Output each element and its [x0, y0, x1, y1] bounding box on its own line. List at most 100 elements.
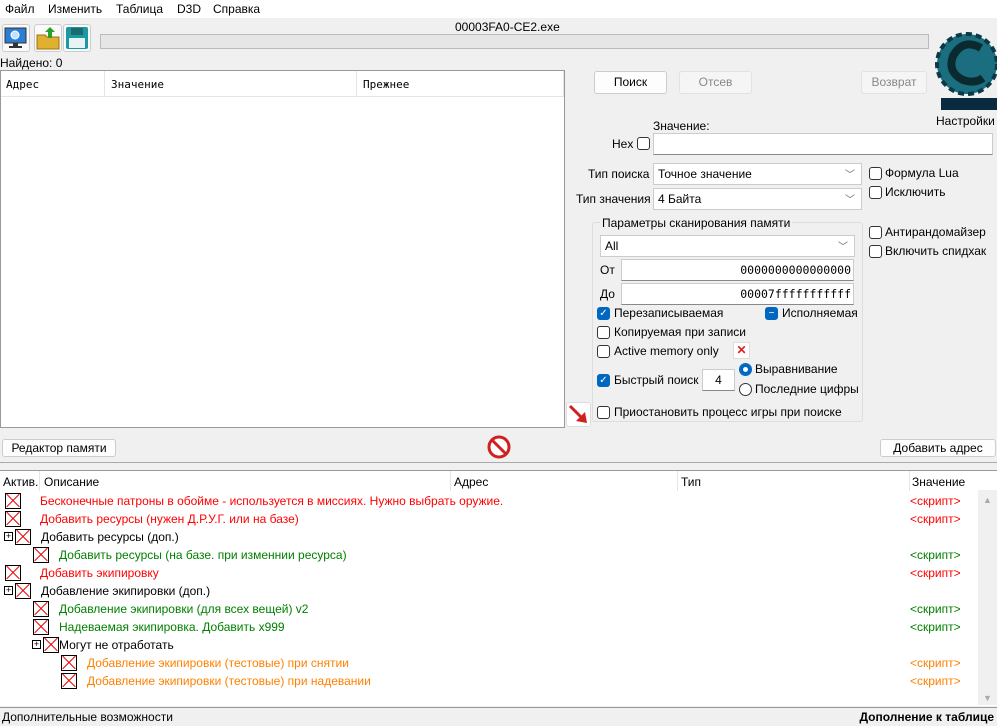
active-checkbox[interactable] — [33, 547, 49, 563]
memory-region-select[interactable]: All ﹀ — [600, 235, 855, 257]
menu-bar: Файл Изменить Таблица D3D Справка — [0, 0, 997, 18]
cheat-engine-logo[interactable] — [933, 20, 997, 115]
cheat-table[interactable]: Актив. Описание Адрес Тип Значение Беско… — [0, 470, 997, 706]
copy-on-write-checkbox[interactable] — [597, 326, 610, 339]
entry-value[interactable]: <скрипт> — [910, 674, 961, 688]
table-extras-button[interactable]: Дополнение к таблице — [859, 710, 994, 724]
not-checkbox[interactable] — [869, 186, 882, 199]
save-button[interactable] — [63, 24, 91, 52]
start-address-input[interactable]: 0000000000000000 — [621, 259, 854, 281]
expand-icon[interactable]: + — [4, 586, 13, 595]
chevron-down-icon: ﹀ — [845, 195, 855, 206]
active-checkbox[interactable] — [33, 601, 49, 617]
table-row[interactable]: + Добавить ресурсы (доп.) — [0, 528, 975, 546]
open-process-button[interactable] — [2, 24, 30, 52]
alignment-radio[interactable] — [739, 363, 752, 376]
first-scan-button[interactable]: Поиск — [594, 71, 667, 94]
active-memory-checkbox[interactable] — [597, 345, 610, 358]
scroll-up-icon[interactable]: ▲ — [978, 495, 997, 505]
table-row[interactable]: Добавить экипировку <скрипт> — [0, 564, 975, 582]
entry-value[interactable]: <скрипт> — [910, 656, 961, 670]
column-value[interactable]: Значение — [912, 475, 965, 489]
column-address[interactable]: Адрес — [454, 475, 488, 489]
table-row[interactable]: Добавить ресурсы (нужен Д.Р.У.Г. или на … — [0, 510, 975, 528]
antirandomizer-label: Антирандомайзер — [885, 225, 986, 239]
active-checkbox[interactable] — [5, 511, 21, 527]
value-type-select[interactable]: 4 Байта ﹀ — [653, 188, 862, 210]
floppy-disk-icon — [66, 27, 88, 49]
column-description[interactable]: Описание — [44, 475, 99, 489]
pause-game-checkbox[interactable] — [597, 406, 610, 419]
active-checkbox[interactable] — [5, 493, 21, 509]
scan-type-select[interactable]: Точное значение ﹀ — [653, 163, 862, 185]
table-row[interactable]: Добавление экипировки (тестовые) при сня… — [0, 654, 975, 672]
antirandomizer-checkbox[interactable] — [869, 226, 882, 239]
active-memory-label: Active memory only — [614, 344, 719, 358]
fast-scan-alignment-input[interactable]: 4 — [702, 369, 735, 391]
active-checkbox[interactable] — [33, 619, 49, 635]
table-scrollbar[interactable]: ▲ ▼ — [978, 490, 997, 705]
entry-value[interactable]: <скрипт> — [910, 494, 961, 508]
table-row[interactable]: Надеваемая экипировка. Добавить x999 <скр… — [0, 618, 975, 636]
table-row[interactable]: Бесконечные патроны в обойме - используе… — [0, 492, 975, 510]
undo-scan-button[interactable]: Возврат — [861, 71, 927, 94]
memory-view-button[interactable]: Редактор памяти — [2, 439, 116, 457]
table-row[interactable]: Добавление экипировки (тестовые) при над… — [0, 672, 975, 690]
speedhack-checkbox[interactable] — [869, 245, 882, 258]
lua-formula-label: Формула Lua — [885, 166, 959, 180]
entry-value[interactable]: <скрипт> — [910, 512, 961, 526]
lua-formula-checkbox[interactable] — [869, 167, 882, 180]
last-digits-radio[interactable] — [739, 383, 752, 396]
hex-label: Hex — [612, 137, 634, 151]
active-checkbox[interactable] — [61, 655, 77, 671]
column-active[interactable]: Актив. — [3, 475, 38, 489]
column-address[interactable]: Адрес — [6, 78, 39, 91]
entry-value[interactable]: <скрипт> — [910, 566, 961, 580]
column-type[interactable]: Тип — [681, 475, 701, 489]
stop-address-input[interactable]: 00007fffffffffff — [621, 283, 854, 305]
entry-value[interactable]: <скрипт> — [910, 548, 961, 562]
menu-d3d[interactable]: D3D — [177, 2, 201, 16]
value-input[interactable] — [653, 133, 993, 155]
scroll-down-icon[interactable]: ▼ — [978, 693, 997, 703]
executable-checkbox[interactable]: − — [765, 307, 778, 320]
scan-progress-bar — [100, 34, 929, 49]
table-row[interactable]: + Могут не отработать — [0, 636, 975, 654]
fast-scan-checkbox[interactable]: ✓ — [597, 374, 610, 387]
menu-edit[interactable]: Изменить — [48, 2, 102, 16]
settings-link[interactable]: Настройки — [936, 114, 995, 128]
clear-list-button[interactable] — [487, 435, 511, 459]
menu-file[interactable]: Файл — [5, 2, 35, 16]
active-checkbox[interactable] — [5, 565, 21, 581]
memory-region-value: All — [605, 239, 619, 253]
open-file-button[interactable] — [34, 24, 62, 52]
next-scan-button[interactable]: Отсев — [679, 71, 752, 94]
add-address-button[interactable]: Добавить адрес — [880, 439, 996, 457]
hex-checkbox[interactable] — [637, 137, 650, 150]
menu-table[interactable]: Таблица — [116, 2, 163, 16]
table-row[interactable]: + Добавление экипировки (доп.) — [0, 582, 975, 600]
add-to-table-arrow-button[interactable] — [566, 402, 591, 427]
scan-type-label: Тип поиска — [588, 167, 650, 181]
close-icon[interactable]: ✕ — [733, 342, 750, 359]
scan-type-value: Точное значение — [658, 167, 752, 181]
column-previous[interactable]: Прежнее — [363, 78, 409, 91]
expand-icon[interactable]: + — [32, 640, 41, 649]
entry-value[interactable]: <скрипт> — [910, 602, 961, 616]
active-checkbox[interactable] — [15, 583, 31, 599]
entry-description: Добавить экипировку — [40, 566, 159, 580]
menu-help[interactable]: Справка — [213, 2, 260, 16]
expand-icon[interactable]: + — [4, 532, 13, 541]
copy-on-write-label: Копируемая при записи — [614, 325, 746, 339]
entry-value[interactable]: <скрипт> — [910, 620, 961, 634]
table-row[interactable]: Добавление экипировки (для всех вещей) v… — [0, 600, 975, 618]
active-checkbox[interactable] — [61, 673, 77, 689]
advanced-options-button[interactable]: Дополнительные возможности — [2, 710, 173, 724]
splitter[interactable] — [0, 462, 997, 463]
writable-checkbox[interactable]: ✓ — [597, 307, 610, 320]
column-value[interactable]: Значение — [111, 78, 164, 91]
found-results-list[interactable]: Адрес Значение Прежнее — [0, 70, 565, 428]
active-checkbox[interactable] — [43, 637, 59, 653]
table-row[interactable]: Добавить ресурсы (на базе. при изменнии … — [0, 546, 975, 564]
active-checkbox[interactable] — [15, 529, 31, 545]
